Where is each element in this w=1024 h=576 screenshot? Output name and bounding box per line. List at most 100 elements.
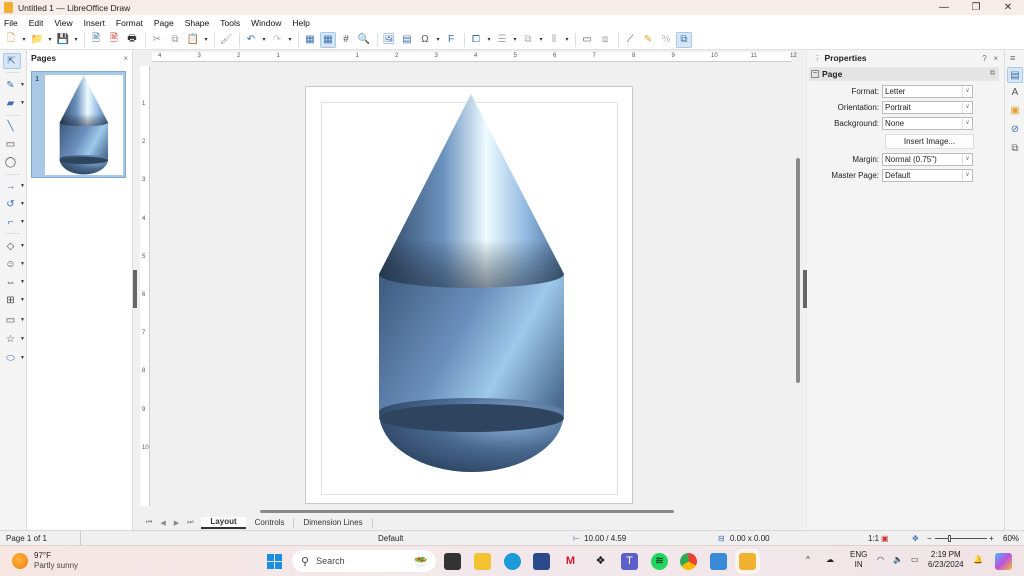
format-select[interactable]: Letter ∨ bbox=[882, 85, 973, 98]
vertical-ruler[interactable]: 1 2 3 4 5 6 7 8 9 10 bbox=[140, 66, 150, 506]
master-page-status[interactable]: Default bbox=[378, 534, 403, 543]
drag-handle-icon[interactable]: ⋮ bbox=[813, 53, 822, 64]
symbol-shapes-tool[interactable]: ☺ ▼ bbox=[3, 256, 25, 272]
master-page-select[interactable]: Default ∨ bbox=[882, 169, 973, 182]
zoom-slider-handle[interactable] bbox=[948, 535, 951, 542]
line-color-tool[interactable]: ✎ ▼ bbox=[3, 77, 25, 93]
menu-file[interactable]: File bbox=[4, 18, 18, 28]
vertical-scrollbar[interactable] bbox=[796, 158, 800, 383]
orientation-select[interactable]: Portrait ∨ bbox=[882, 101, 973, 114]
cone-cylinder-shape[interactable] bbox=[377, 92, 567, 474]
zoom-out-button[interactable]: − bbox=[927, 534, 932, 543]
lines-arrows-tool[interactable]: → ▼ bbox=[3, 178, 25, 194]
curves-tool[interactable]: ↺ ▼ bbox=[3, 196, 25, 212]
edge-icon[interactable] bbox=[504, 553, 521, 570]
wifi-icon[interactable]: ◠ bbox=[877, 555, 884, 565]
clock[interactable]: 2:19 PM 6/23/2024 bbox=[928, 550, 964, 570]
connectors-tool[interactable]: ⌐ ▼ bbox=[3, 214, 25, 230]
menu-format[interactable]: Format bbox=[116, 18, 143, 28]
crop-icon[interactable]: ⧈ bbox=[597, 32, 613, 48]
menu-window[interactable]: Window bbox=[251, 18, 281, 28]
file-explorer-icon[interactable] bbox=[474, 553, 491, 570]
photos-icon[interactable] bbox=[710, 553, 727, 570]
textbox-icon[interactable]: ▤ bbox=[399, 32, 415, 48]
menu-edit[interactable]: Edit bbox=[29, 18, 44, 28]
horizontal-ruler[interactable]: 4 3 2 1 1 2 3 4 5 6 7 8 9 10 11 12 bbox=[152, 52, 797, 62]
taskbar-search[interactable]: ⚲ Search 🥗 bbox=[292, 550, 436, 572]
undo-icon[interactable]: ↶ bbox=[243, 32, 259, 48]
callouts-tool[interactable]: ▭ ▼ bbox=[3, 312, 25, 328]
previous-tab-button[interactable]: ◀ bbox=[160, 519, 165, 527]
collapse-icon[interactable]: − bbox=[811, 70, 819, 78]
task-view-icon[interactable] bbox=[444, 553, 461, 570]
onedrive-icon[interactable]: ☁ bbox=[826, 555, 834, 565]
export-icon[interactable]: 🗎 bbox=[88, 32, 104, 48]
background-select[interactable]: None ∨ bbox=[882, 117, 973, 130]
line-tool[interactable]: ╲ bbox=[3, 118, 25, 134]
next-tab-button[interactable]: ▶ bbox=[174, 519, 179, 527]
volume-icon[interactable]: 🔈 bbox=[893, 555, 903, 565]
gallery-icon[interactable]: ▣ bbox=[1007, 103, 1023, 119]
zoom-pan-icon[interactable]: 🔍 bbox=[356, 32, 372, 48]
weather-widget[interactable]: 97°F Partly sunny bbox=[12, 551, 78, 571]
open-icon[interactable]: 📁 bbox=[29, 32, 45, 48]
transformations-dropdown-icon[interactable]: ▾ bbox=[486, 32, 492, 48]
select-tool[interactable]: ⇱ bbox=[3, 53, 21, 69]
3d-objects-tool[interactable]: ⬭ ▼ bbox=[3, 350, 25, 366]
new-icon[interactable]: 🗋 bbox=[3, 32, 19, 48]
dropbox-icon[interactable]: ❖ bbox=[592, 553, 609, 570]
stars-tool[interactable]: ☆ ▼ bbox=[3, 331, 25, 347]
menu-page[interactable]: Page bbox=[154, 18, 174, 28]
ellipse-tool[interactable]: ◯ bbox=[3, 154, 25, 170]
last-tab-button[interactable]: ⏭ bbox=[187, 519, 193, 527]
shadow-icon[interactable]: ▭ bbox=[579, 32, 595, 48]
save-dropdown-icon[interactable]: ▾ bbox=[73, 32, 79, 48]
align-icon[interactable]: ☰ bbox=[494, 32, 510, 48]
distribute-dropdown-icon[interactable]: ▾ bbox=[564, 32, 570, 48]
maximize-button[interactable]: ❐ bbox=[960, 0, 992, 15]
redo-icon[interactable]: ↷ bbox=[269, 32, 285, 48]
paste-icon[interactable]: 📋 bbox=[185, 32, 201, 48]
notifications-icon[interactable]: 🔔 bbox=[973, 555, 983, 565]
copilot-icon[interactable] bbox=[995, 553, 1012, 570]
toggle-extrusion-icon[interactable]: % bbox=[658, 32, 674, 48]
tab-controls[interactable]: Controls bbox=[246, 518, 295, 528]
page-thumbnail[interactable]: 1 bbox=[31, 71, 126, 178]
menu-tools[interactable]: Tools bbox=[220, 18, 240, 28]
margin-select[interactable]: Normal (0.75") ∨ bbox=[882, 153, 973, 166]
chrome-icon[interactable] bbox=[680, 553, 697, 570]
teams-icon[interactable]: T bbox=[621, 553, 638, 570]
paste-dropdown-icon[interactable]: ▾ bbox=[203, 32, 209, 48]
document-modified-icon[interactable]: ▣ bbox=[881, 534, 889, 543]
align-dropdown-icon[interactable]: ▾ bbox=[512, 32, 518, 48]
glue-points-icon[interactable]: ✎ bbox=[640, 32, 656, 48]
first-tab-button[interactable]: ⏮ bbox=[146, 519, 152, 527]
clone-formatting-icon[interactable]: 🖌 bbox=[218, 32, 234, 48]
points-icon[interactable]: ⟋ bbox=[622, 32, 638, 48]
close-pages-panel-button[interactable]: × bbox=[123, 54, 128, 63]
shapes-icon[interactable]: ⧉ bbox=[1007, 141, 1023, 157]
arrange-dropdown-icon[interactable]: ▾ bbox=[538, 32, 544, 48]
redo-dropdown-icon[interactable]: ▾ bbox=[287, 32, 293, 48]
special-character-icon[interactable]: Ω bbox=[417, 32, 433, 48]
basic-shapes-tool[interactable]: ◇ ▼ bbox=[3, 238, 25, 254]
close-button[interactable]: ✕ bbox=[992, 0, 1024, 15]
mcafee-icon[interactable]: M bbox=[562, 553, 579, 570]
cut-icon[interactable]: ✂ bbox=[149, 32, 165, 48]
new-dropdown-icon[interactable]: ▾ bbox=[21, 32, 27, 48]
language-indicator[interactable]: ENG IN bbox=[850, 550, 867, 570]
fontwork-icon[interactable]: F bbox=[443, 32, 459, 48]
spotify-icon[interactable]: ≋ bbox=[651, 553, 668, 570]
fill-color-tool[interactable]: ▰ ▼ bbox=[3, 95, 25, 111]
grid-icon[interactable]: ▦ bbox=[302, 32, 318, 48]
zoom-level[interactable]: 60% bbox=[1003, 534, 1019, 543]
zoom-in-button[interactable]: + bbox=[989, 534, 994, 543]
menu-insert[interactable]: Insert bbox=[84, 18, 105, 28]
properties-icon[interactable]: ▤ bbox=[1007, 67, 1023, 83]
menu-shape[interactable]: Shape bbox=[185, 18, 210, 28]
block-arrows-tool[interactable]: ⇔ ▼ bbox=[3, 274, 25, 290]
minimize-button[interactable]: — bbox=[928, 0, 960, 15]
fit-page-icon[interactable]: ✥ bbox=[912, 534, 919, 543]
horizontal-scrollbar[interactable] bbox=[260, 510, 674, 513]
open-dropdown-icon[interactable]: ▾ bbox=[47, 32, 53, 48]
